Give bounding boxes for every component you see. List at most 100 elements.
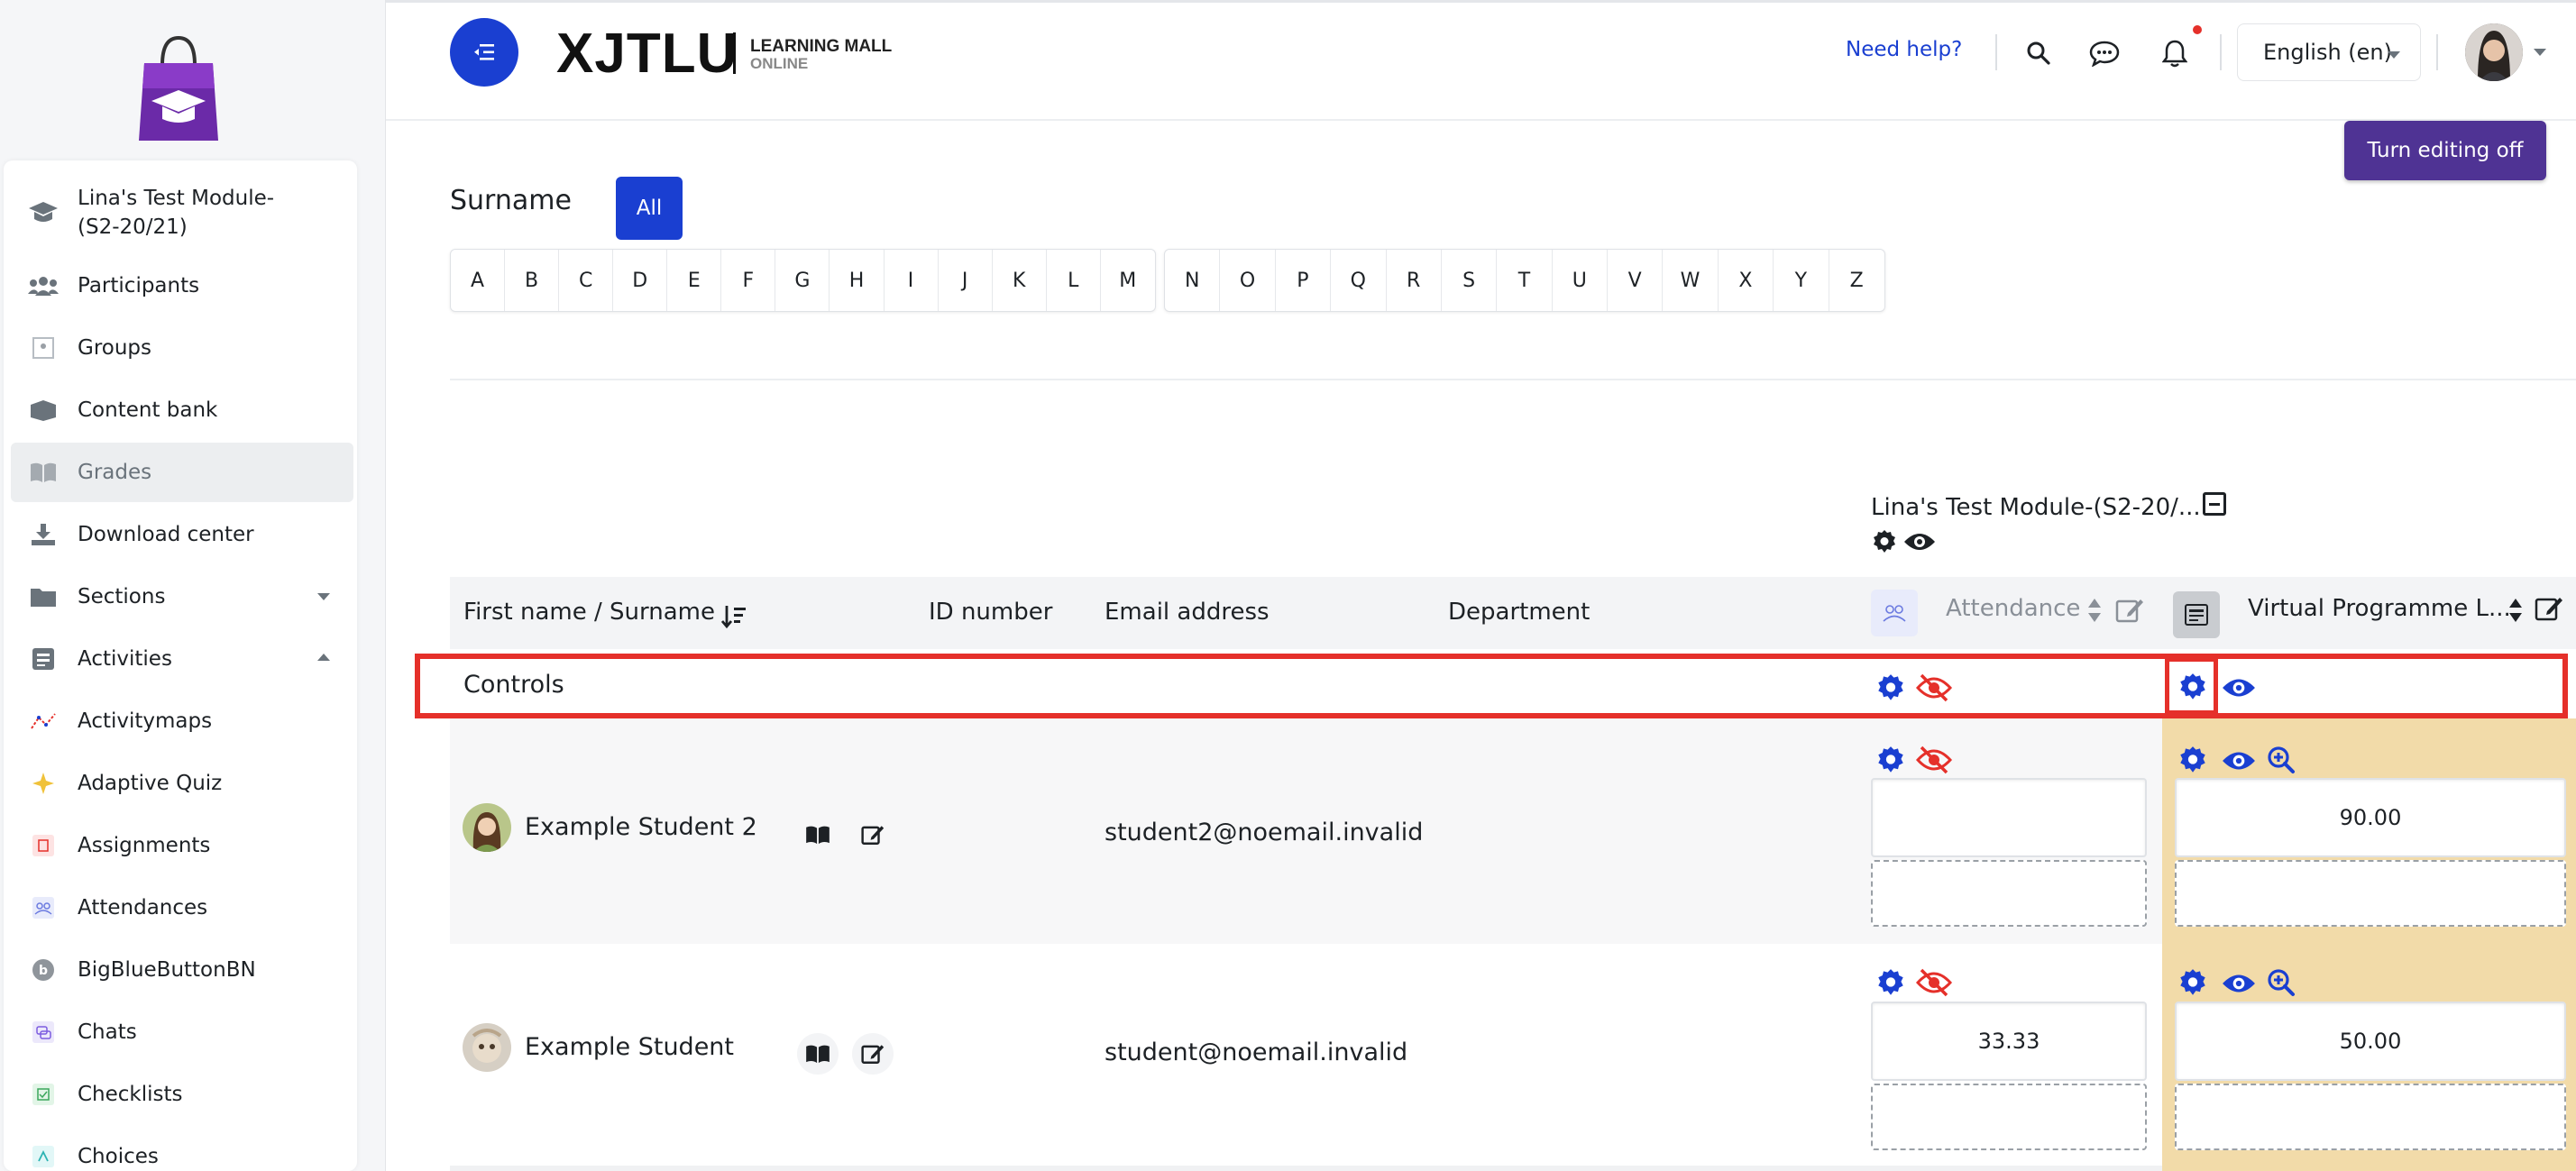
student-name-link[interactable]: Example Student 2 <box>525 813 757 841</box>
gear-icon[interactable] <box>1875 745 1906 775</box>
turn-editing-off-button[interactable]: Turn editing off <box>2344 121 2546 180</box>
column-header-email[interactable]: Email address <box>1105 599 1270 626</box>
eye-slash-icon[interactable] <box>1915 967 1953 998</box>
virtual-programme-grade-input[interactable]: 90.00 <box>2175 778 2566 857</box>
chevron-down-icon[interactable] <box>317 593 330 600</box>
sort-descending-icon[interactable] <box>720 602 748 631</box>
sidebar-item-choices[interactable]: Choices <box>11 1127 353 1171</box>
gear-icon[interactable] <box>2177 967 2208 998</box>
sidebar-item-assignments[interactable]: Assignments <box>11 816 353 875</box>
initial-letter-k[interactable]: K <box>993 250 1047 311</box>
initial-letter-z[interactable]: Z <box>1829 250 1884 311</box>
initial-letter-o[interactable]: O <box>1220 250 1276 311</box>
eye-icon[interactable] <box>2221 747 2257 774</box>
sidebar-item-attendances[interactable]: Attendances <box>11 878 353 938</box>
column-header-virtual-programme[interactable]: Virtual Programme L... <box>2248 595 2511 622</box>
gear-icon[interactable] <box>1875 672 1906 703</box>
gear-icon[interactable] <box>2177 672 2208 702</box>
initial-letter-j[interactable]: J <box>939 250 993 311</box>
edit-icon[interactable] <box>852 1033 894 1075</box>
sidebar-item-sections[interactable]: Sections <box>11 567 353 627</box>
initial-letter-f[interactable]: F <box>721 250 776 311</box>
sort-icon[interactable] <box>2086 597 2104 624</box>
gear-icon[interactable] <box>2177 745 2208 775</box>
sidebar-item-participants[interactable]: Participants <box>11 256 353 316</box>
initial-letter-p[interactable]: P <box>1276 250 1332 311</box>
chevron-down-icon[interactable] <box>2534 49 2546 56</box>
initial-letter-u[interactable]: U <box>1553 250 1608 311</box>
edit-icon[interactable] <box>2114 595 2145 626</box>
column-header-attendance[interactable]: Attendance <box>1946 595 2080 622</box>
column-header-department[interactable]: Department <box>1448 599 1590 626</box>
drawer-toggle-button[interactable] <box>450 18 518 87</box>
column-header-name[interactable]: First name / Surname <box>463 599 715 626</box>
attendance-grade-input[interactable] <box>1871 778 2147 857</box>
initial-letter-c[interactable]: C <box>559 250 614 311</box>
sidebar-item-adaptive-quiz[interactable]: Adaptive Quiz <box>11 754 353 813</box>
student-name-link[interactable]: Example Student <box>525 1033 734 1061</box>
sort-icon[interactable] <box>2507 597 2525 624</box>
brand-title[interactable]: XJTLU <box>556 23 738 85</box>
initial-letter-v[interactable]: V <box>1608 250 1664 311</box>
eye-slash-icon[interactable] <box>1915 672 1953 703</box>
attendance-grade-input[interactable]: 33.33 <box>1871 1002 2147 1081</box>
eye-icon[interactable] <box>2221 674 2257 701</box>
initial-letter-m[interactable]: M <box>1101 250 1155 311</box>
initial-letter-x[interactable]: X <box>1719 250 1774 311</box>
sidebar-item-activities[interactable]: Activities <box>11 629 353 689</box>
sidebar-item-checklists[interactable]: Checklists <box>11 1065 353 1124</box>
eye-icon[interactable] <box>2221 970 2257 997</box>
language-selector[interactable]: English (en) <box>2237 23 2421 81</box>
virtual-programme-feedback-input[interactable] <box>2175 1084 2566 1150</box>
notifications-bell-icon[interactable] <box>2156 34 2194 72</box>
initial-letter-i[interactable]: I <box>885 250 939 311</box>
sidebar-item-content-bank[interactable]: Content bank <box>11 380 353 440</box>
gear-icon[interactable] <box>1875 967 1906 998</box>
student-avatar[interactable] <box>463 1023 511 1072</box>
sidebar-item-download-center[interactable]: Download center <box>11 505 353 564</box>
eye-icon[interactable] <box>1902 530 1937 553</box>
column-header-id-number[interactable]: ID number <box>929 599 1052 626</box>
virtual-programme-feedback-input[interactable] <box>2175 860 2566 927</box>
book-icon[interactable] <box>797 814 839 855</box>
initial-letter-n[interactable]: N <box>1165 250 1221 311</box>
edit-icon[interactable] <box>2534 593 2564 624</box>
sidebar-item-bigbluebutton[interactable]: b BigBlueButtonBN <box>11 940 353 1000</box>
initial-letter-w[interactable]: W <box>1663 250 1719 311</box>
initial-letter-l[interactable]: L <box>1047 250 1101 311</box>
initial-letter-e[interactable]: E <box>667 250 722 311</box>
chevron-up-icon[interactable] <box>317 654 330 661</box>
initial-letter-t[interactable]: T <box>1497 250 1553 311</box>
sidebar-item-groups[interactable]: Groups <box>11 318 353 378</box>
initial-letter-h[interactable]: H <box>830 250 885 311</box>
initial-letter-a[interactable]: A <box>451 250 506 311</box>
initial-letter-b[interactable]: B <box>505 250 560 311</box>
student-avatar[interactable] <box>463 803 511 852</box>
attendance-feedback-input[interactable] <box>1871 1084 2147 1150</box>
sidebar-item-activitymaps[interactable]: Activitymaps <box>11 691 353 751</box>
sidebar-item-chats[interactable]: Chats <box>11 1002 353 1062</box>
attendance-feedback-input[interactable] <box>1871 860 2147 927</box>
eye-slash-icon[interactable] <box>1915 745 1953 775</box>
sidebar-item-course[interactable]: Lina's Test Module-(S2-20/21) <box>11 175 353 251</box>
initial-letter-s[interactable]: S <box>1442 250 1498 311</box>
user-avatar[interactable] <box>2465 23 2523 81</box>
search-icon[interactable] <box>2020 34 2058 72</box>
edit-icon[interactable] <box>852 814 894 855</box>
learning-mall-logo[interactable] <box>135 34 222 144</box>
initial-letter-y[interactable]: Y <box>1774 250 1829 311</box>
collapse-icon[interactable] <box>2203 492 2226 516</box>
book-icon[interactable] <box>797 1033 839 1075</box>
initial-letter-q[interactable]: Q <box>1331 250 1387 311</box>
gear-icon[interactable] <box>1871 528 1898 555</box>
need-help-link[interactable]: Need help? <box>1846 38 1962 61</box>
zoom-in-icon[interactable] <box>2266 967 2296 998</box>
filter-all-button[interactable]: All <box>616 177 683 240</box>
virtual-programme-grade-input[interactable]: 50.00 <box>2175 1002 2566 1081</box>
initial-letter-g[interactable]: G <box>775 250 830 311</box>
initial-letter-r[interactable]: R <box>1387 250 1442 311</box>
zoom-in-icon[interactable] <box>2266 745 2296 775</box>
messages-icon[interactable] <box>2086 34 2123 72</box>
initial-letter-d[interactable]: D <box>613 250 668 311</box>
sidebar-item-grades[interactable]: Grades <box>11 443 353 502</box>
